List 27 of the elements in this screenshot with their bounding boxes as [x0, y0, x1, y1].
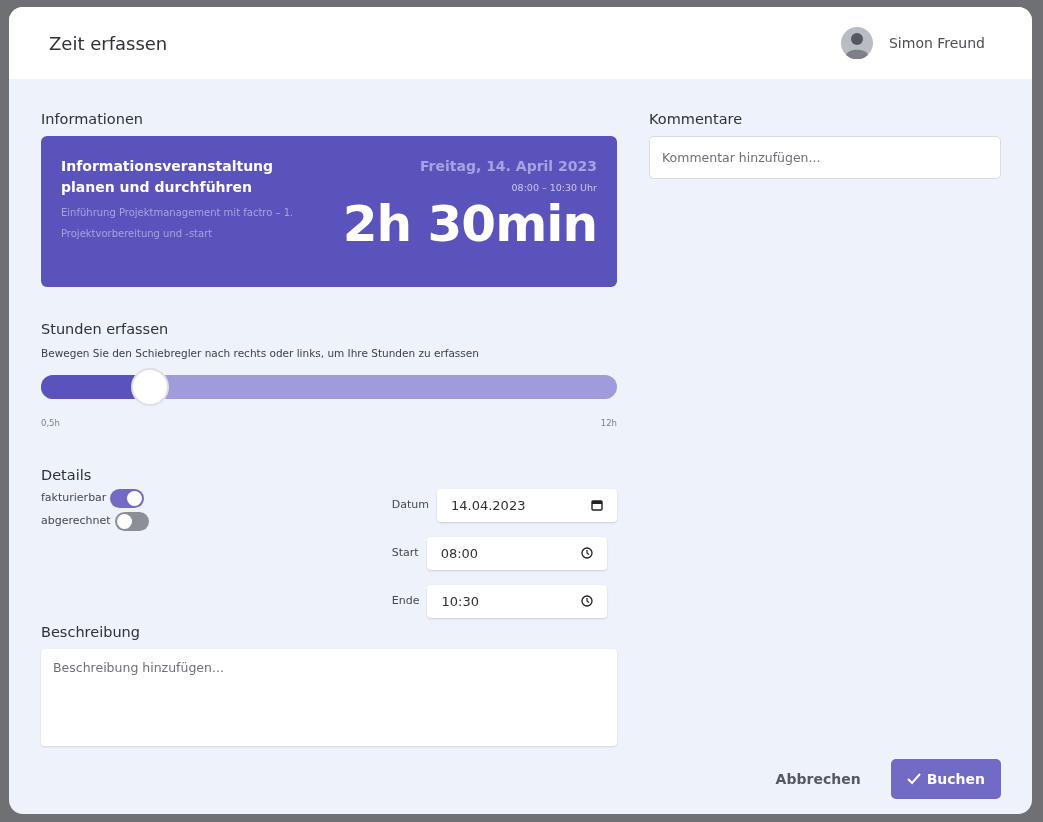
description-field[interactable]: Beschreibung hinzufügen... — [41, 648, 617, 746]
duration-text: 2h 30min — [342, 197, 597, 251]
user-name: Simon Freund — [888, 33, 985, 53]
section-heading: Kommentare — [649, 110, 744, 129]
cancel-button[interactable]: Abbrechen — [769, 767, 867, 791]
toggle-label: fakturierbar — [41, 490, 107, 506]
toggle-label: abgerechnet — [41, 513, 111, 529]
section-heading: Stunden erfassen — [41, 319, 170, 339]
field-label: Datum — [391, 497, 429, 513]
section-heading: Details — [41, 466, 93, 485]
date-text: Freitag, 14. April 2023 — [418, 156, 597, 176]
project-path: Einführung Projektmanagement mit factro – 1. Projektvorbereitung und -start — [61, 205, 295, 241]
slider-hint: Bewegen Sie den Schiebregler nach rechts oder links, um Ihre Stunden zu erfassen — [41, 345, 480, 361]
time-field[interactable]: 08:00 — [426, 536, 607, 570]
section-heading: Informationen — [41, 110, 145, 129]
section-heading: Beschreibung — [41, 622, 141, 642]
slider-min-label: 0,5h — [41, 417, 60, 430]
date-field[interactable]: 14.04.2023 — [437, 488, 617, 522]
time-field[interactable]: 10:30 — [427, 584, 608, 618]
dialog-title: Zeit erfassen — [49, 31, 168, 56]
book-button[interactable]: Buchen — [890, 759, 1001, 799]
comment-field[interactable]: Kommentar hinzufügen... — [649, 135, 1001, 179]
field-label: Ende — [391, 593, 420, 609]
time-range: 08:00 – 10:30 Uhr — [510, 180, 597, 195]
slider-max-label: 12h — [600, 417, 617, 430]
field-label: Start — [391, 545, 419, 561]
task-title: Informationsveranstaltung planen und durchführen — [61, 156, 275, 197]
